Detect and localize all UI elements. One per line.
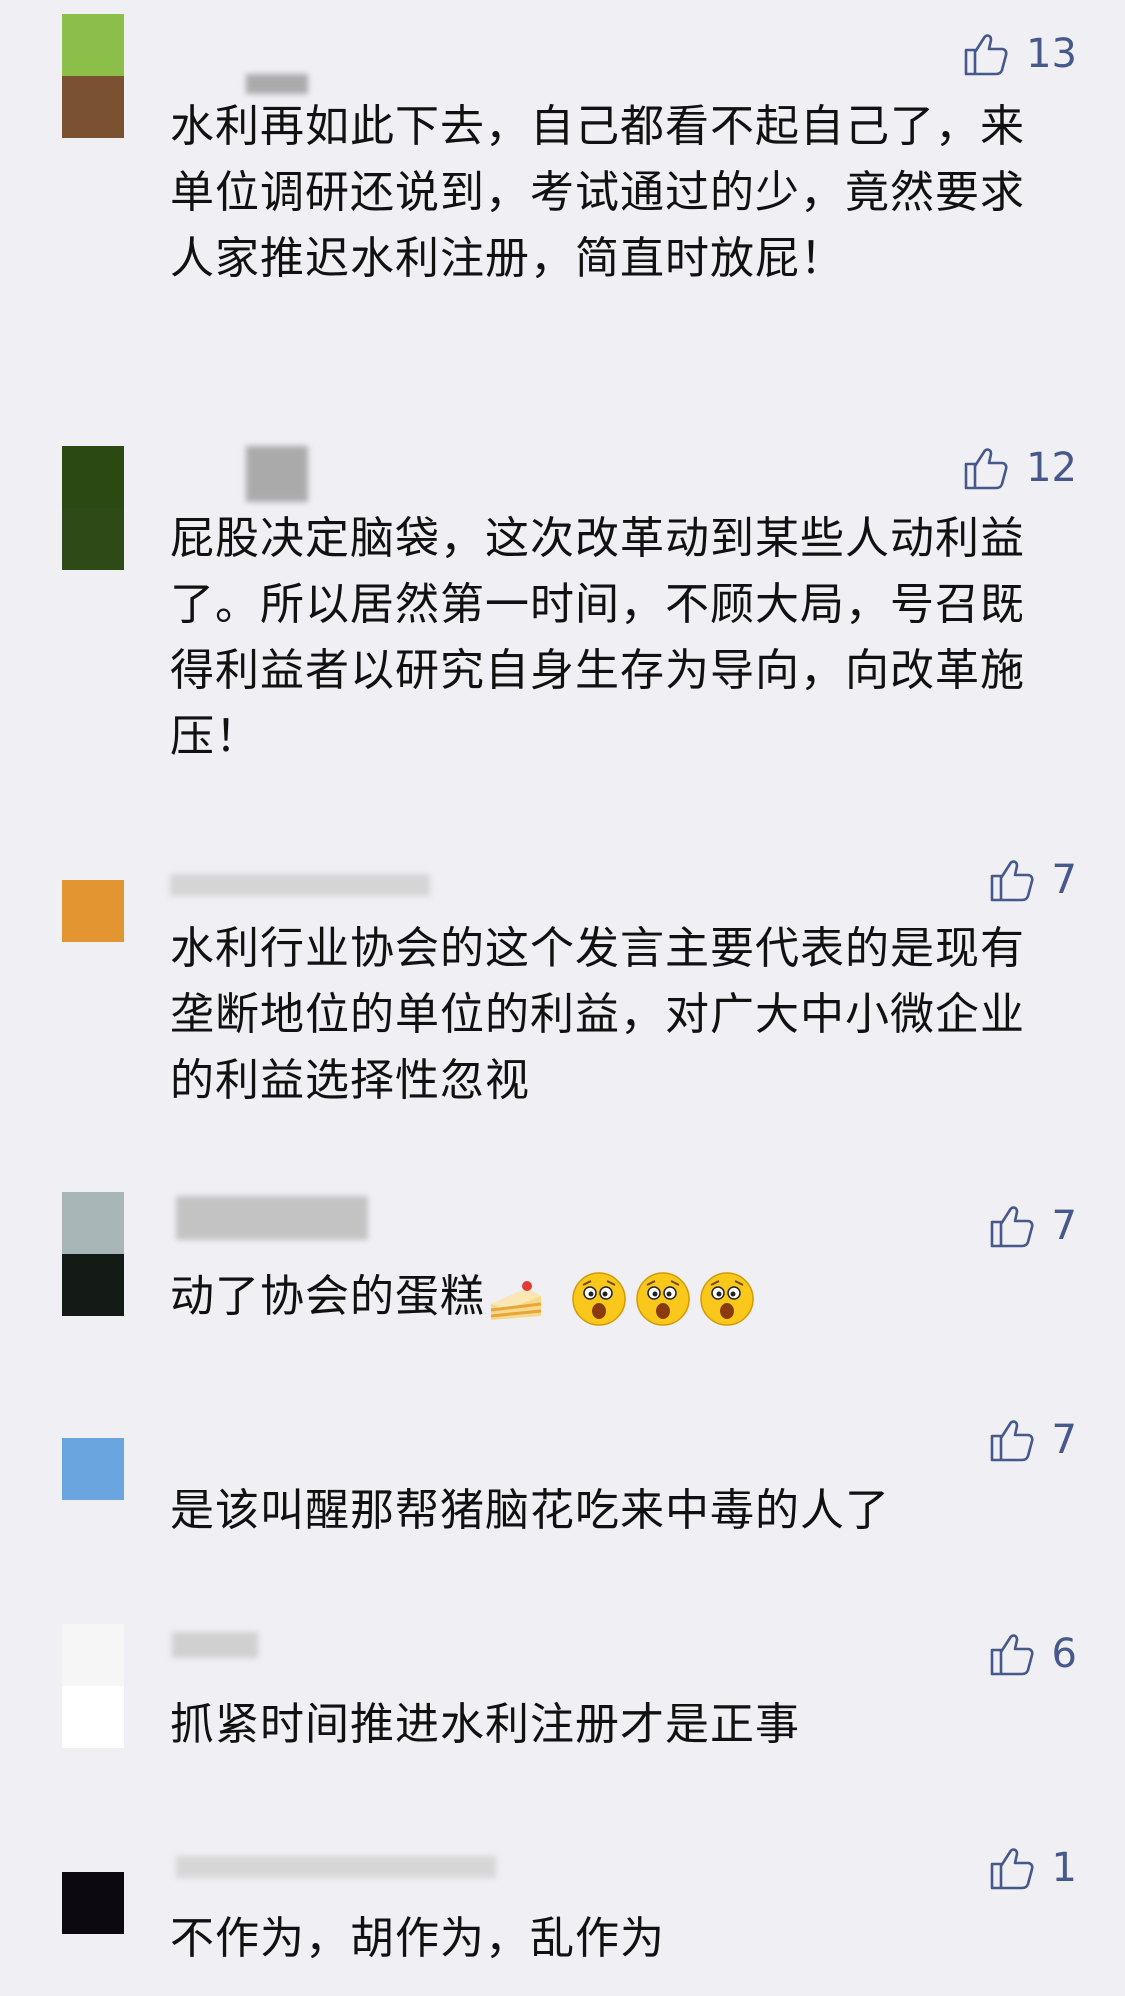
redacted-username [246,446,308,502]
thumbs-up-icon [990,1206,1034,1248]
redacted-username [176,1196,368,1240]
avatar[interactable] [62,1192,124,1316]
redacted-username [170,874,430,896]
like-count: 7 [1051,1203,1077,1249]
surprised-face-icon [636,1272,690,1326]
avatar[interactable] [62,446,124,570]
avatar[interactable] [62,14,124,138]
thumbs-up-icon [990,1420,1034,1462]
avatar[interactable] [62,880,124,942]
redacted-username [172,1632,258,1658]
comment-text: 水利行业协会的这个发言主要代表的是现有垄断地位的单位的利益，对广大中小微企业的利… [170,923,1025,1106]
comment-text: 屁股决定脑袋，这次改革动到某些人动利益了。所以居然第一时间，不顾大局，号召既得利… [170,513,1025,762]
comment-text: 不作为，胡作为，乱作为 [170,1913,665,1964]
like-button[interactable]: 12 [962,440,1077,496]
comment-text: 是该叫醒那帮猪脑花吃来中毒的人了 [170,1485,890,1536]
like-button[interactable]: 7 [988,1198,1077,1254]
surprised-face-icon [572,1272,626,1326]
like-count: 7 [1051,1417,1077,1463]
avatar[interactable] [62,1438,124,1500]
comment-text: 动了协会的蛋糕 [170,1264,1050,1330]
like-count: 6 [1051,1631,1077,1677]
like-button[interactable]: 7 [988,1412,1077,1468]
comment-text: 抓紧时间推进水利注册才是正事 [170,1699,800,1750]
avatar[interactable] [62,1624,124,1748]
redacted-username [246,74,308,94]
like-button[interactable]: 7 [988,852,1077,908]
comment-text: 水利再如此下去，自己都看不起自己了，来单位调研还说到，考试通过的少，竟然要求人家… [170,101,1025,284]
like-button[interactable]: 13 [962,26,1077,82]
like-count: 13 [1026,31,1077,77]
thumbs-up-icon [990,860,1034,902]
like-button[interactable]: 6 [988,1626,1077,1682]
thumbs-up-icon [990,1634,1034,1676]
like-count: 1 [1051,1845,1077,1891]
thumbs-up-icon [964,34,1008,76]
comment-text-body: 动了协会的蛋糕 [170,1271,485,1322]
cake-icon [490,1281,542,1320]
like-count: 12 [1026,445,1077,491]
surprised-face-icon [700,1272,754,1326]
avatar[interactable] [62,1872,124,1934]
like-count: 7 [1051,857,1077,903]
thumbs-up-icon [964,448,1008,490]
comment-list: 13 水利再如此下去，自己都看不起自己了，来单位调研还说到，考试通过的少，竟然要… [0,0,1125,1996]
thumbs-up-icon [990,1848,1034,1890]
redacted-username [176,1856,496,1878]
like-button[interactable]: 1 [988,1840,1077,1896]
